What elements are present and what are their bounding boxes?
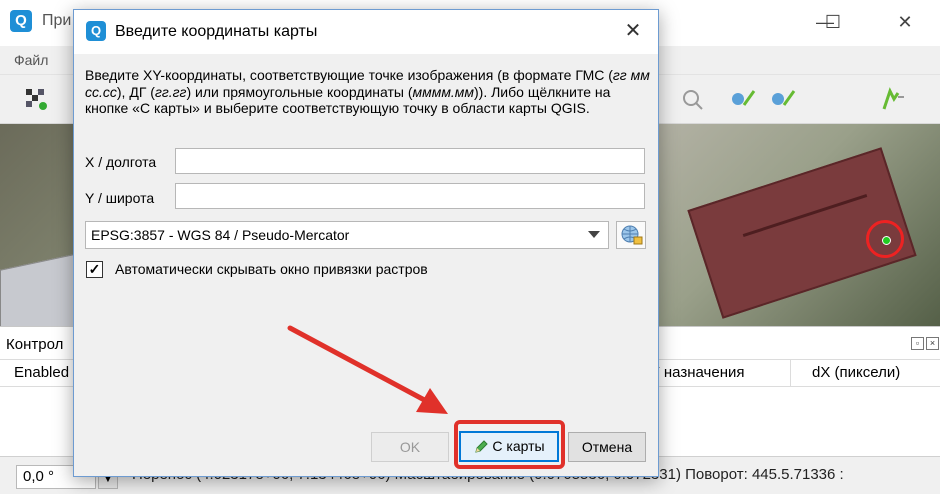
annotation-highlight-box [454,420,565,469]
